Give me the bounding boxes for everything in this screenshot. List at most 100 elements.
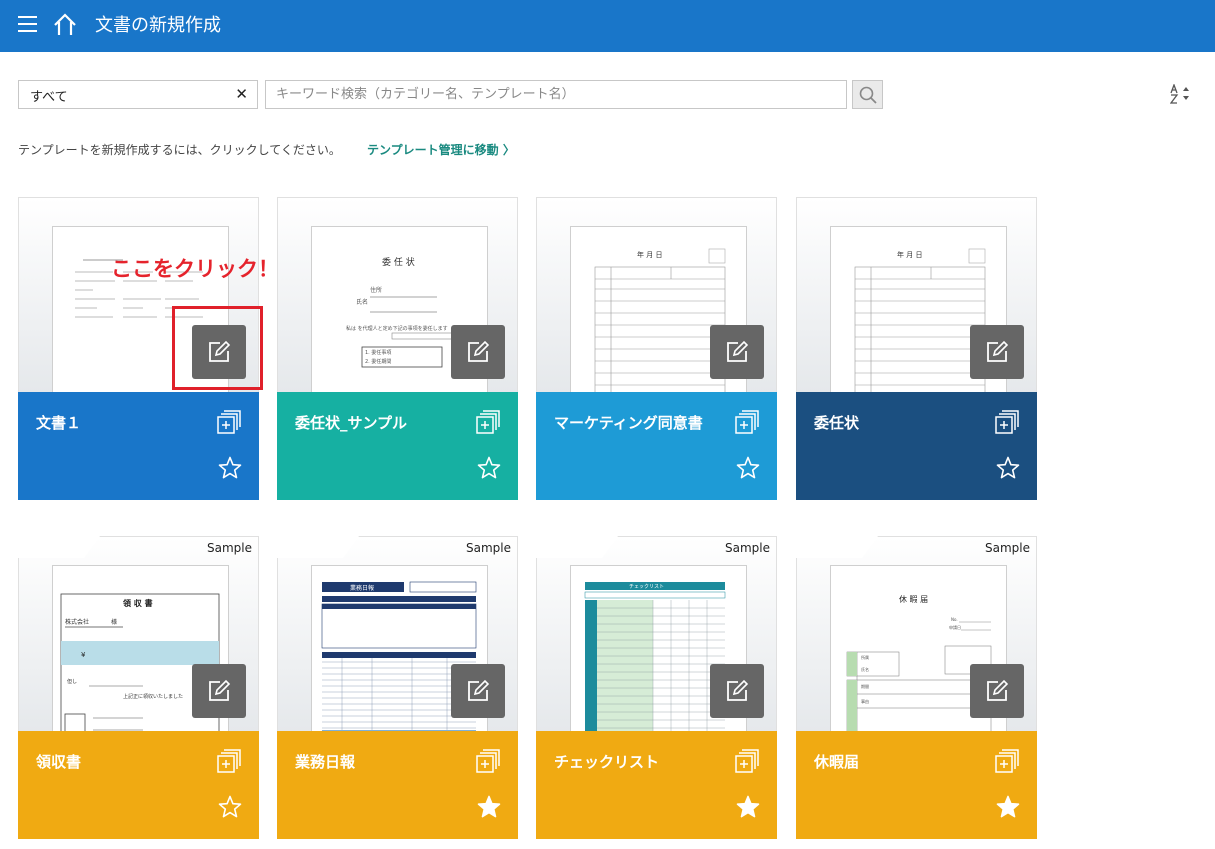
preview-line: 住所 [370, 286, 382, 294]
page-title: 文書の新規作成 [95, 15, 221, 36]
edit-icon [468, 679, 490, 701]
template-footer[interactable]: 業務日報 [277, 731, 518, 839]
category-filter-value: すべて [30, 90, 68, 105]
template-footer[interactable]: 領収書 [18, 731, 259, 839]
preview-line: 期間 [861, 683, 869, 689]
search-button[interactable] [852, 80, 883, 109]
template-card[interactable]: 年 月 日 マーケティング同意書 [536, 197, 777, 500]
favorite-star-icon[interactable] [218, 456, 242, 484]
favorite-star-icon[interactable] [736, 795, 760, 823]
favorite-star-icon[interactable] [736, 456, 760, 484]
sort-az-icon[interactable] [1169, 83, 1192, 108]
copy-template-icon[interactable] [475, 748, 501, 778]
hamburger-menu-icon[interactable] [18, 16, 37, 32]
edit-icon [727, 340, 749, 362]
preview-heading: 業務日報 [350, 584, 374, 592]
preview-line: 株式会社 [65, 618, 89, 626]
edit-template-button[interactable] [710, 664, 764, 718]
edit-icon [987, 679, 1009, 701]
template-footer[interactable]: 委任状_サンプル [277, 392, 518, 500]
template-name: 委任状 [814, 414, 860, 432]
edit-icon [209, 679, 231, 701]
preview-line: 氏名 [356, 298, 368, 306]
template-preview[interactable]: Sample 領 収 書 株式会社 様 ¥ 但し 上記正に領収いたしました [18, 536, 259, 732]
template-preview[interactable]: 年 月 日 [536, 197, 777, 393]
template-preview[interactable]: Sample チェックリスト [536, 536, 777, 732]
template-name: 業務日報 [295, 753, 356, 771]
template-footer[interactable]: 文書１ [18, 392, 259, 500]
template-footer[interactable]: 休暇届 [796, 731, 1037, 839]
annotation-highlight-box [172, 306, 263, 390]
template-footer[interactable]: マーケティング同意書 [536, 392, 777, 500]
copy-template-icon[interactable] [994, 748, 1020, 778]
annotation-text: ここをクリック！ [111, 257, 279, 281]
preview-line: No. [951, 617, 958, 622]
top-bar: 文書の新規作成 [0, 0, 1215, 52]
edit-icon [987, 340, 1009, 362]
edit-template-button[interactable] [970, 664, 1024, 718]
preview-heading: 年 月 日 [637, 250, 662, 259]
favorite-star-icon[interactable] [996, 456, 1020, 484]
template-name: マーケティング同意書 [554, 414, 703, 432]
template-card[interactable]: 年 月 日 委任状 [796, 197, 1037, 500]
preview-line: 様 [111, 618, 117, 626]
preview-line: ¥ [81, 651, 86, 659]
preview-heading: 委 任 状 [382, 256, 415, 268]
template-footer[interactable]: 委任状 [796, 392, 1037, 500]
edit-template-button[interactable] [451, 325, 505, 379]
hint-text: テンプレートを新規作成するには、クリックしてください。 [18, 143, 341, 157]
favorite-star-icon[interactable] [218, 795, 242, 823]
edit-icon [468, 340, 490, 362]
template-name: 委任状_サンプル [295, 414, 408, 432]
template-preview[interactable]: 委 任 状 住所 氏名 私は を代理人と定め下記の事項を委任します 1. 委任事… [277, 197, 518, 393]
edit-template-button[interactable] [970, 325, 1024, 379]
template-card[interactable]: Sample チェックリスト チェックリスト [536, 536, 777, 839]
home-icon[interactable] [52, 12, 78, 42]
copy-template-icon[interactable] [216, 409, 242, 439]
preview-line: 但し [67, 678, 77, 685]
clear-filter-icon[interactable]: ✕ [235, 85, 248, 103]
category-filter[interactable]: すべて ✕ [18, 80, 258, 109]
search-icon [859, 86, 877, 104]
favorite-star-icon[interactable] [477, 456, 501, 484]
sample-badge: Sample [985, 541, 1030, 555]
sample-badge: Sample [466, 541, 511, 555]
edit-icon [727, 679, 749, 701]
preview-line: 氏名 [861, 666, 869, 672]
preview-line: 2. 委任期間 [365, 358, 391, 365]
favorite-star-icon[interactable] [477, 795, 501, 823]
template-preview[interactable]: Sample 休 暇 届 No. 申請日 所属 氏名 期間 事由 [796, 536, 1037, 732]
edit-template-button[interactable] [710, 325, 764, 379]
sample-badge: Sample [207, 541, 252, 555]
copy-template-icon[interactable] [216, 748, 242, 778]
preview-line: 事由 [861, 698, 869, 704]
template-name: 文書１ [36, 414, 82, 432]
copy-template-icon[interactable] [994, 409, 1020, 439]
preview-heading: 領 収 書 [122, 598, 153, 608]
preview-line: 所属 [861, 654, 869, 660]
preview-line: 1. 委任事項 [365, 349, 391, 356]
edit-template-button[interactable] [192, 664, 246, 718]
search-input[interactable] [265, 80, 847, 109]
template-preview[interactable]: 年 月 日 [796, 197, 1037, 393]
copy-template-icon[interactable] [475, 409, 501, 439]
template-card[interactable]: 委 任 状 住所 氏名 私は を代理人と定め下記の事項を委任します 1. 委任事… [277, 197, 518, 500]
template-preview[interactable]: Sample 業務日報 [277, 536, 518, 732]
template-footer[interactable]: チェックリスト [536, 731, 777, 839]
edit-template-button[interactable] [451, 664, 505, 718]
copy-template-icon[interactable] [734, 409, 760, 439]
template-card[interactable]: Sample 業務日報 業務日報 [277, 536, 518, 839]
preview-line: 私は を代理人と定め下記の事項を委任します [346, 325, 448, 332]
template-management-link[interactable]: テンプレート管理に移動 〉 [367, 141, 515, 158]
preview-line: 申請日 [949, 624, 961, 630]
template-name: 領収書 [36, 753, 82, 771]
sample-badge: Sample [725, 541, 770, 555]
favorite-star-icon[interactable] [996, 795, 1020, 823]
template-name: 休暇届 [814, 753, 860, 771]
template-card[interactable]: Sample 領 収 書 株式会社 様 ¥ 但し 上記正に領収いたしました 領収… [18, 536, 259, 839]
template-card[interactable]: Sample 休 暇 届 No. 申請日 所属 氏名 期間 事由 休暇届 [796, 536, 1037, 839]
preview-heading: チェックリスト [629, 584, 664, 590]
copy-template-icon[interactable] [734, 748, 760, 778]
template-name: チェックリスト [554, 753, 660, 771]
preview-line: 上記正に領収いたしました [123, 693, 183, 700]
